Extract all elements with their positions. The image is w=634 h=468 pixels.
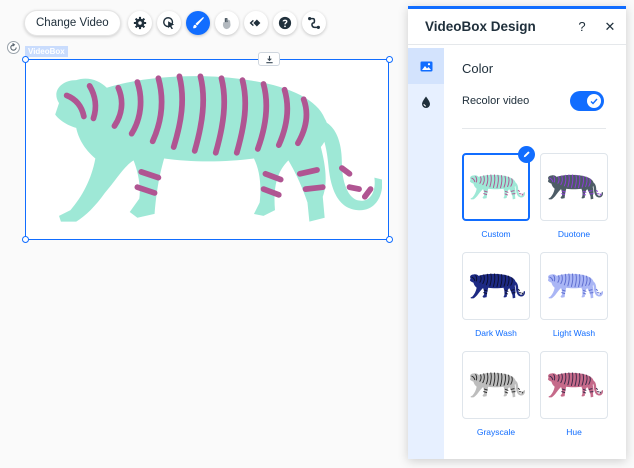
image-icon (420, 61, 432, 71)
preset-label: Grayscale (476, 427, 516, 437)
preset-label: Light Wash (552, 328, 596, 338)
checkmark-icon (590, 98, 598, 105)
change-video-button[interactable]: Change Video (24, 10, 121, 36)
tiger-video (55, 73, 382, 222)
connect-icon (307, 17, 320, 29)
animation-button[interactable] (243, 11, 268, 35)
tiger-thumbnail (547, 372, 603, 398)
preset-label: Custom (481, 229, 511, 239)
resize-handle-bottom-right[interactable] (386, 236, 393, 243)
preset-swatch-dark-wash[interactable] (462, 252, 530, 320)
preset-label: Hue (566, 427, 582, 437)
resize-handle-bottom-left[interactable] (22, 236, 29, 243)
tiger-thumbnail (547, 174, 603, 200)
panel-header: VideoBox Design ? ✕ (408, 9, 626, 45)
gear-icon (133, 16, 146, 30)
tiger-thumbnail (469, 273, 525, 299)
section-title: Color (462, 61, 494, 76)
recolor-video-label: Recolor video (462, 95, 530, 107)
preset-swatch-hue[interactable] (540, 351, 608, 419)
tab-image[interactable] (408, 48, 444, 84)
connect-button[interactable] (301, 11, 326, 35)
tiger-thumbnail (547, 273, 603, 299)
panel-title: VideoBox Design (425, 19, 536, 34)
design-button[interactable] (185, 11, 210, 35)
toggle-knob (587, 94, 601, 108)
preset-swatch-duotone[interactable] (540, 153, 608, 221)
animation-icon (249, 19, 261, 27)
panel-side-tabs (408, 48, 444, 459)
color-settings: Color Recolor video Custom Duotone Dark … (444, 48, 626, 459)
design-panel: VideoBox Design ? ✕ Color Recolor video (408, 6, 626, 459)
settings-button[interactable] (127, 11, 152, 35)
pencil-icon (523, 151, 530, 158)
recolor-video-toggle[interactable] (570, 91, 604, 111)
section-divider (462, 128, 606, 129)
help-icon (278, 16, 291, 30)
resize-handle-top-left[interactable] (22, 56, 29, 63)
preset-swatch-light-wash[interactable] (540, 252, 608, 320)
rotate-icon (10, 43, 17, 51)
videobox-element[interactable] (25, 59, 389, 240)
close-icon[interactable]: ✕ (598, 15, 622, 39)
floating-toolbar: Change Video (24, 9, 326, 37)
preset-label: Duotone (557, 229, 591, 239)
tab-color[interactable] (408, 84, 444, 120)
interactions-button[interactable] (156, 11, 181, 35)
help-button[interactable] (272, 11, 297, 35)
tiger-thumbnail (469, 372, 525, 398)
element-label: VideoBox (25, 46, 68, 57)
tiger-thumbnail (469, 174, 525, 200)
preset-swatch-grayscale[interactable] (462, 351, 530, 419)
rotate-handle[interactable] (7, 41, 20, 54)
help-question-icon[interactable]: ? (570, 15, 594, 39)
hand-icon (222, 18, 231, 30)
color-drop-icon (422, 96, 430, 108)
paintbrush-icon (192, 17, 204, 29)
cursor-click-icon (162, 17, 174, 30)
behaviors-button[interactable] (214, 11, 239, 35)
edit-preset-button[interactable] (518, 146, 535, 163)
preset-label: Dark Wash (475, 328, 517, 338)
download-button[interactable] (258, 52, 280, 66)
preset-swatch-custom[interactable] (462, 153, 530, 221)
resize-handle-top-right[interactable] (386, 56, 393, 63)
download-icon (265, 55, 273, 63)
